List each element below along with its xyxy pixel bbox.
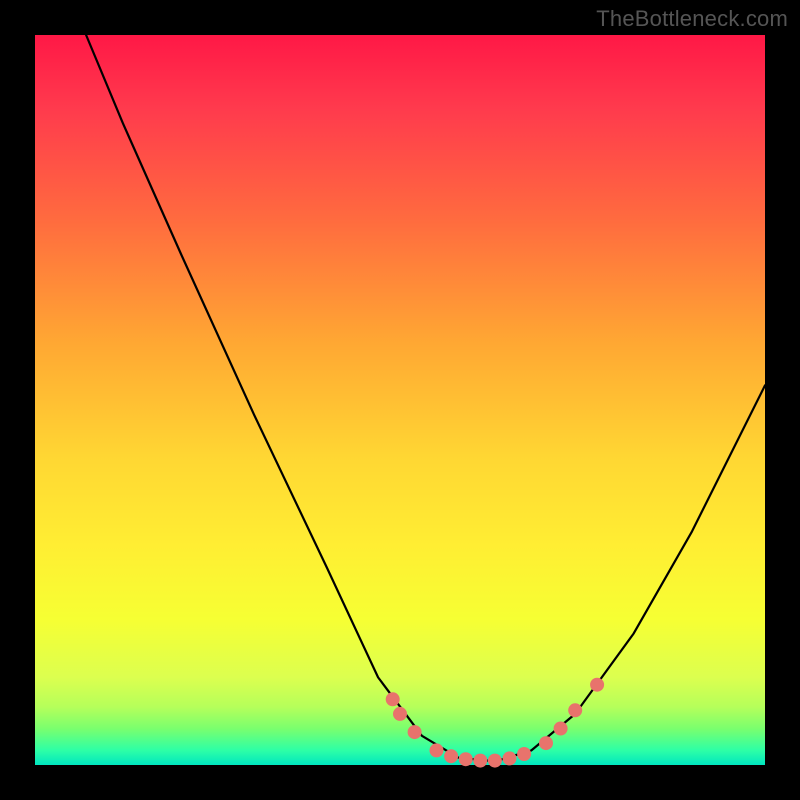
curve-marker (459, 752, 473, 766)
curve-marker (503, 751, 517, 765)
marker-group (386, 678, 604, 768)
curve-layer (35, 35, 765, 765)
curve-marker (539, 736, 553, 750)
curve-marker (488, 754, 502, 768)
curve-marker (444, 749, 458, 763)
curve-marker (590, 678, 604, 692)
curve-marker (386, 692, 400, 706)
curve-marker (430, 743, 444, 757)
watermark-label: TheBottleneck.com (596, 6, 788, 32)
curve-marker (408, 725, 422, 739)
curve-marker (473, 754, 487, 768)
curve-marker (517, 747, 531, 761)
bottleneck-curve (86, 35, 765, 761)
chart-stage: TheBottleneck.com (0, 0, 800, 800)
curve-marker (568, 703, 582, 717)
plot-area (35, 35, 765, 765)
curve-marker (393, 707, 407, 721)
curve-marker (554, 722, 568, 736)
